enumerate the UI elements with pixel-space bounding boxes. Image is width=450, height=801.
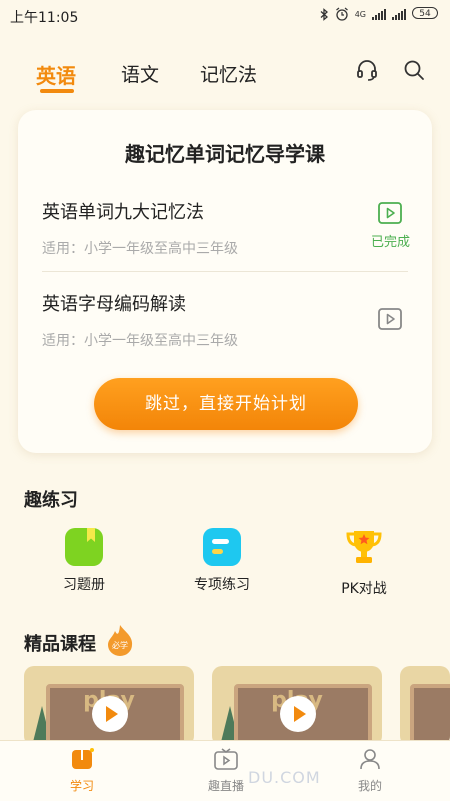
- status-time: 上午11:05: [10, 10, 79, 26]
- signal-icon-2: [392, 8, 406, 20]
- lesson-item[interactable]: 英语字母编码解读 适用：小学一年级至高中三年级: [42, 290, 408, 350]
- nav-profile[interactable]: 我的: [330, 747, 410, 794]
- courses-section-title: 精品课程: [24, 634, 96, 655]
- lesson-applicable: 适用：小学一年级至高中三年级: [42, 241, 238, 257]
- user-icon: [360, 749, 380, 770]
- special-practice-entry[interactable]: 专项练习: [162, 528, 282, 594]
- exercise-book-entry[interactable]: 习题册: [24, 528, 144, 594]
- nav-label: 我的: [357, 779, 382, 793]
- list-icon: [203, 528, 241, 566]
- tab-english[interactable]: 英语: [36, 60, 76, 89]
- battery-icon: 54: [412, 7, 438, 19]
- guide-course-card: 趣记忆单词记忆导学课 英语单词九大记忆法 适用：小学一年级至高中三年级 已完成 …: [18, 110, 432, 453]
- watermark: DU.COM: [248, 768, 321, 787]
- nav-label: 学习: [69, 779, 94, 793]
- status-bar: 上午11:05 4G 54: [0, 0, 450, 32]
- course-thumbnail[interactable]: play: [212, 666, 382, 746]
- alarm-icon: [335, 7, 348, 21]
- badge-text: 必学: [112, 640, 128, 650]
- divider: [42, 271, 408, 272]
- practice-label: 专项练习: [194, 577, 250, 593]
- must-learn-flame-badge: 必学: [108, 625, 133, 656]
- completed-label: 已完成: [370, 235, 410, 250]
- network-type: 4G: [354, 9, 366, 19]
- tv-play-icon: [214, 748, 238, 770]
- practice-section-title: 趣练习: [24, 490, 78, 511]
- tab-active-indicator: [40, 89, 74, 93]
- nav-study[interactable]: 学习: [42, 747, 122, 794]
- trophy-icon: [346, 531, 382, 563]
- course-thumbnail[interactable]: [400, 666, 450, 746]
- pk-battle-entry[interactable]: PK对战: [304, 528, 424, 598]
- bluetooth-icon: [320, 7, 328, 21]
- chalkboard: [410, 684, 450, 746]
- card-title: 趣记忆单词记忆导学课: [125, 142, 325, 166]
- search-icon[interactable]: [402, 58, 426, 82]
- book-icon: [65, 528, 103, 566]
- video-play-icon[interactable]: [280, 696, 316, 732]
- practice-label: PK对战: [341, 581, 387, 597]
- status-icons: 4G 54: [320, 7, 438, 21]
- lesson-title: 英语字母编码解读: [42, 294, 186, 315]
- headset-icon[interactable]: [355, 58, 379, 82]
- study-icon: [72, 748, 94, 769]
- video-play-icon[interactable]: [92, 696, 128, 732]
- play-icon[interactable]: [378, 308, 402, 330]
- lesson-title: 英语单词九大记忆法: [42, 202, 204, 223]
- lesson-applicable: 适用：小学一年级至高中三年级: [42, 333, 238, 349]
- tab-memory-method[interactable]: 记忆法: [200, 60, 257, 87]
- subject-tabs: 英语 语文 记忆法: [0, 56, 450, 96]
- play-icon[interactable]: [378, 202, 402, 224]
- skip-start-plan-button[interactable]: 跳过，直接开始计划: [94, 378, 358, 430]
- course-thumbnail[interactable]: play: [24, 666, 194, 746]
- tab-chinese[interactable]: 语文: [121, 60, 159, 87]
- practice-label: 习题册: [63, 577, 105, 593]
- lesson-item[interactable]: 英语单词九大记忆法 适用：小学一年级至高中三年级 已完成: [42, 198, 410, 258]
- signal-icon: [372, 8, 386, 20]
- bottom-navigation: 学习 趣直播 我的: [0, 740, 450, 801]
